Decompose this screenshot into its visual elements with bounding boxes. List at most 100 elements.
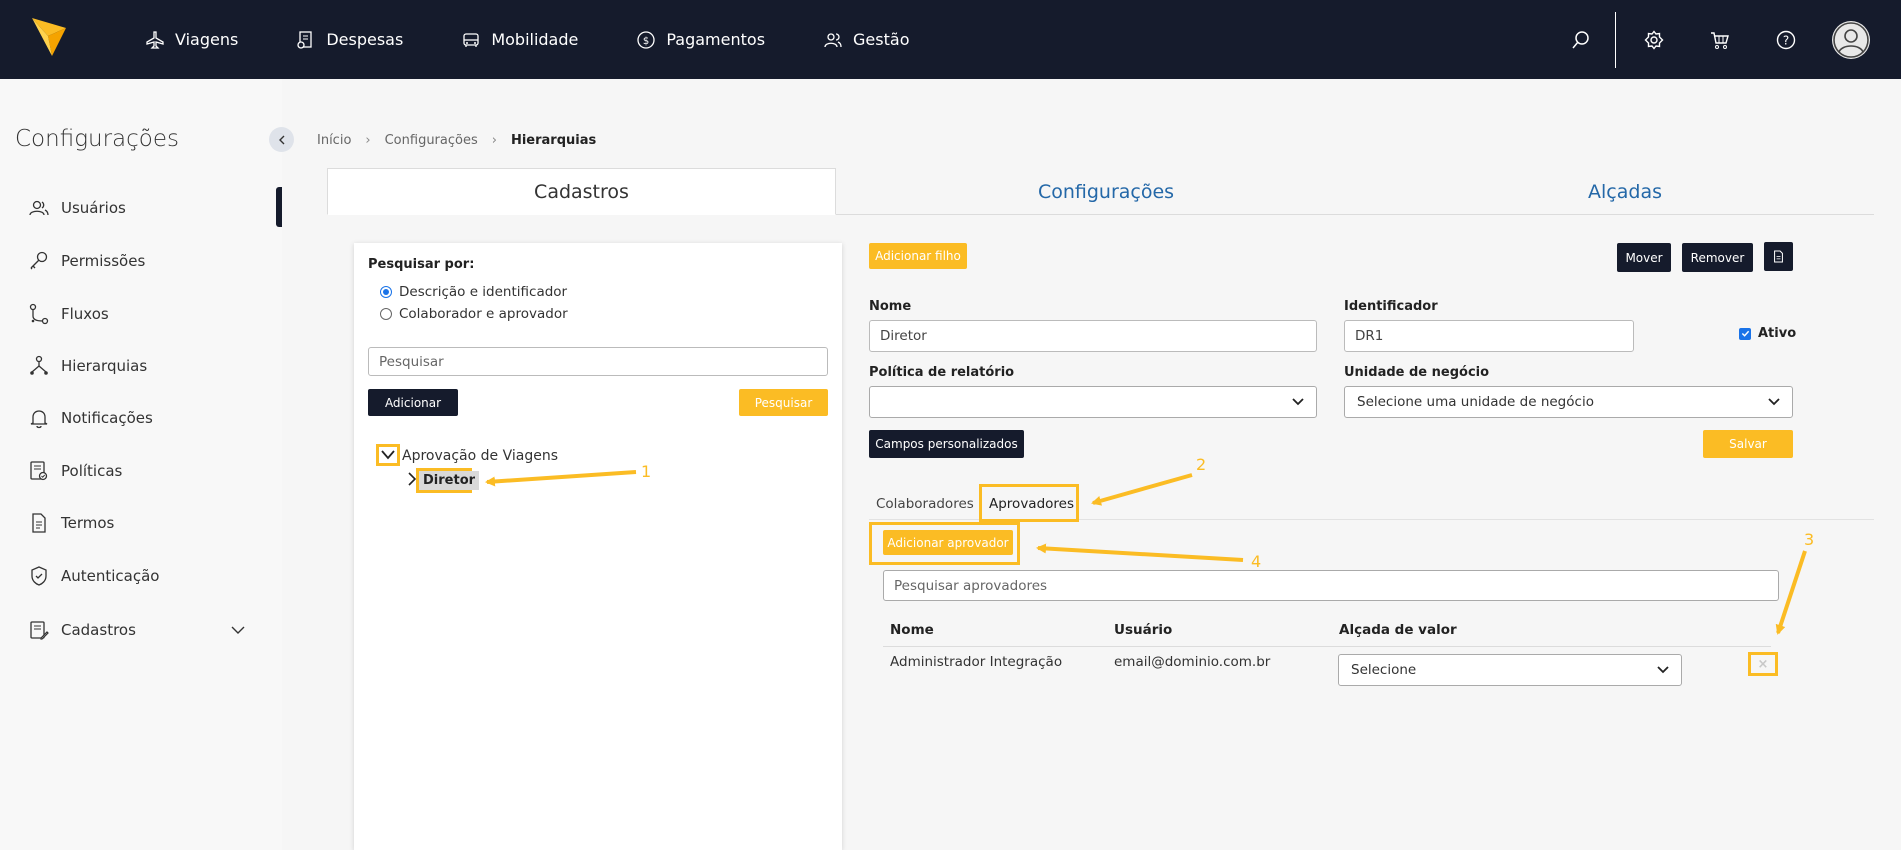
avatar[interactable]: [1832, 20, 1870, 59]
sidebar-item-label: Notificações: [61, 409, 153, 427]
add-approver-button[interactable]: Adicionar aprovador: [883, 530, 1013, 555]
radio-button[interactable]: [380, 308, 392, 320]
sidebar-item-autenticacao[interactable]: Autenticação: [28, 565, 160, 587]
approver-search-input[interactable]: Pesquisar aprovadores: [883, 570, 1779, 601]
column-header-name: Nome: [890, 622, 934, 638]
search-by-label: Pesquisar por:: [368, 257, 475, 272]
chevron-down-icon: [1657, 666, 1669, 674]
identifier-field[interactable]: DR1: [1344, 320, 1634, 352]
sidebar-item-politicas[interactable]: Políticas: [28, 460, 122, 482]
tab-cadastros[interactable]: Cadastros: [327, 168, 836, 215]
search-input[interactable]: Pesquisar: [368, 347, 828, 376]
nav-label: Mobilidade: [491, 30, 579, 49]
top-navbar: Viagens Despesas Mobilidade $ Pagamentos…: [0, 0, 1901, 79]
bell-icon: [30, 410, 48, 429]
nav-label: Despesas: [326, 30, 404, 49]
main-nav: Viagens Despesas Mobilidade $ Pagamentos…: [145, 0, 967, 79]
car-icon: [463, 32, 479, 47]
radio-button[interactable]: [380, 286, 392, 298]
policy-select[interactable]: [869, 386, 1317, 418]
radio-label: Colaborador e aprovador: [399, 306, 568, 322]
document-icon: [32, 513, 46, 533]
export-button[interactable]: [1764, 242, 1793, 271]
sidebar-active-indicator: [276, 187, 282, 227]
chevron-down-icon[interactable]: [381, 449, 395, 461]
active-checkbox[interactable]: Ativo: [1739, 326, 1796, 341]
business-unit-select[interactable]: Selecione uma unidade de negócio: [1344, 386, 1793, 418]
search-icon[interactable]: [1571, 30, 1591, 50]
move-button[interactable]: Mover: [1617, 243, 1671, 272]
checkbox[interactable]: [1739, 327, 1751, 340]
column-header-user: Usuário: [1114, 622, 1173, 638]
divider: [1615, 11, 1616, 68]
add-child-button[interactable]: Adicionar filho: [869, 243, 967, 269]
nav-gestao[interactable]: Gestão: [823, 30, 909, 50]
tab-alcadas[interactable]: Alçadas: [1376, 168, 1874, 215]
nav-mobilidade[interactable]: Mobilidade: [461, 30, 578, 50]
svg-text:?: ?: [1783, 33, 1789, 47]
users-icon: [824, 32, 842, 47]
annotation-number-4: 4: [1251, 552, 1262, 571]
save-button[interactable]: Salvar: [1703, 430, 1793, 458]
tree-node-root[interactable]: Aprovação de Viagens: [402, 448, 558, 464]
table-divider: [883, 646, 1771, 647]
help-icon[interactable]: ?: [1776, 30, 1796, 50]
sidebar-collapse-button[interactable]: [269, 127, 294, 152]
sidebar-item-hierarquias[interactable]: Hierarquias: [28, 355, 147, 377]
tab-colaboradores[interactable]: Colaboradores: [876, 496, 974, 512]
gear-icon[interactable]: [1644, 29, 1664, 50]
tree-node-child[interactable]: Diretor: [419, 471, 480, 490]
brand-logo[interactable]: [30, 14, 68, 58]
highlight-approvers-tab: [979, 484, 1079, 522]
nav-pagamentos[interactable]: $ Pagamentos: [636, 30, 765, 50]
remove-approver-button[interactable]: ×: [1748, 652, 1778, 676]
custom-fields-button[interactable]: Campos personalizados: [869, 430, 1024, 458]
sidebar-item-label: Termos: [61, 514, 115, 532]
nav-viagens[interactable]: Viagens: [145, 30, 238, 50]
sidebar-item-notificacoes[interactable]: Notificações: [28, 407, 153, 429]
chevron-down-icon: [1768, 398, 1780, 406]
business-unit-value: Selecione uma unidade de negócio: [1357, 394, 1594, 410]
sidebar-item-label: Autenticação: [61, 567, 160, 585]
radio-description-identifier[interactable]: Descrição e identificador: [380, 284, 567, 300]
tab-configuracoes[interactable]: Configurações: [836, 168, 1376, 215]
cart-icon[interactable]: [1710, 30, 1730, 50]
sidebar-item-termos[interactable]: Termos: [28, 512, 114, 534]
nav-label: Pagamentos: [666, 30, 766, 49]
approver-name: Administrador Integração: [890, 654, 1063, 670]
sidebar: Configurações Usuários Permissões Fluxos…: [0, 79, 282, 850]
breadcrumb: Início › Configurações › Hierarquias: [317, 133, 596, 148]
radio-collaborator-approver[interactable]: Colaborador e aprovador: [380, 306, 568, 322]
identifier-label: Identificador: [1344, 299, 1438, 314]
check-icon: [1741, 330, 1749, 337]
sidebar-item-permissoes[interactable]: Permissões: [28, 250, 145, 272]
name-field[interactable]: Diretor: [869, 320, 1317, 352]
sidebar-item-cadastros[interactable]: Cadastros: [28, 619, 246, 641]
chevron-right-icon: ›: [491, 133, 497, 148]
file-icon: [1774, 250, 1783, 263]
annotation-number-2: 2: [1196, 455, 1207, 474]
nav-label: Gestão: [853, 30, 910, 49]
key-icon: [30, 251, 48, 270]
breadcrumb-current: Hierarquias: [510, 133, 597, 148]
chevron-down-icon: [1292, 398, 1304, 406]
sidebar-item-label: Políticas: [61, 462, 123, 480]
close-icon: ×: [1757, 656, 1769, 672]
shield-icon: [31, 566, 47, 586]
arrow-3: [1775, 550, 1807, 635]
breadcrumb-section[interactable]: Configurações: [385, 133, 478, 148]
sidebar-item-fluxos[interactable]: Fluxos: [28, 303, 109, 325]
breadcrumb-home[interactable]: Início: [317, 133, 351, 148]
dollar-icon: $: [637, 30, 656, 49]
approver-user: email@dominio.com.br: [1114, 654, 1271, 670]
add-button[interactable]: Adicionar: [368, 389, 458, 416]
chevron-down-icon[interactable]: [230, 622, 246, 638]
users-icon: [29, 200, 49, 216]
search-button[interactable]: Pesquisar: [739, 389, 828, 416]
plane-icon: [146, 30, 164, 49]
sidebar-item-usuarios[interactable]: Usuários: [28, 197, 126, 219]
value-level-select[interactable]: Selecione: [1338, 654, 1682, 686]
nav-despesas[interactable]: Despesas: [296, 30, 403, 50]
remove-button[interactable]: Remover: [1682, 243, 1753, 272]
hierarchy-icon: [30, 355, 48, 375]
